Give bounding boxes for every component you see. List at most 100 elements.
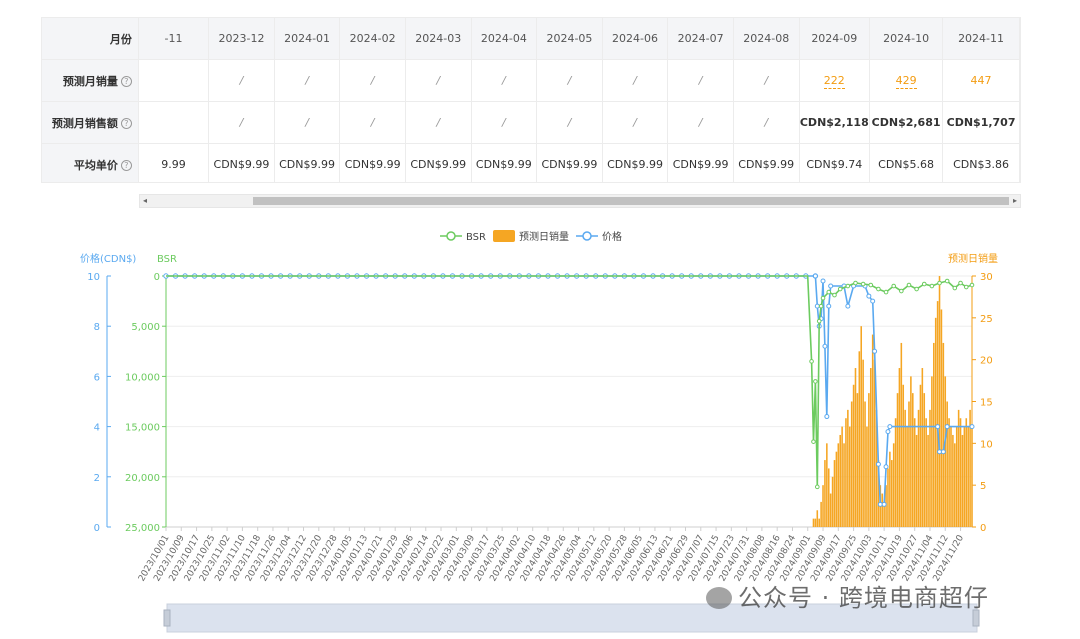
price-point <box>944 424 950 430</box>
price-point <box>887 424 893 430</box>
sales-bar <box>837 443 840 527</box>
price-tick-label: 8 <box>94 322 100 333</box>
sales-bar <box>824 460 826 527</box>
sales-bar <box>940 309 943 527</box>
sales-bar <box>967 426 969 527</box>
sales-bar <box>938 276 941 527</box>
sales-bar <box>818 518 820 527</box>
sales-bar <box>814 518 817 527</box>
sales-bar <box>957 409 960 527</box>
legend-sales-swatch <box>493 230 515 242</box>
price-point <box>875 461 881 467</box>
bsr-point <box>914 286 919 292</box>
sales-bar <box>847 409 849 527</box>
sales-bsr-price-chart: 0 2 4 6 8 10 价格(CDN$) 0 5,000 10,000 15,000 20,000 2… <box>80 230 998 633</box>
price-tick-label: 0 <box>94 523 100 534</box>
sales-bar <box>950 426 952 527</box>
wechat-icon <box>706 587 732 609</box>
sales-bar <box>965 418 968 527</box>
bsr-point <box>860 281 866 287</box>
zoom-left-handle[interactable] <box>163 609 171 627</box>
legend-price-marker <box>582 231 592 241</box>
bsr-point <box>811 439 816 444</box>
sales-bar <box>845 418 847 527</box>
price-point <box>812 273 818 279</box>
bsr-point <box>944 278 950 284</box>
price-tick-label: 10 <box>87 272 100 283</box>
bsr-point <box>883 289 889 295</box>
price-point <box>872 348 878 354</box>
price-tick-label: 4 <box>94 423 100 434</box>
sales-bar <box>848 426 851 527</box>
sales-bar <box>896 393 899 527</box>
sales-bar <box>931 376 933 527</box>
sales-bar <box>862 359 864 527</box>
price-point <box>826 303 832 309</box>
price-point <box>969 424 975 430</box>
sales-bar <box>959 418 962 527</box>
sales-bar <box>946 401 948 527</box>
sales-tick-label: 30 <box>980 272 993 283</box>
sales-bar <box>843 443 845 527</box>
sales-bar <box>936 301 939 527</box>
bsr-point <box>876 286 881 292</box>
price-tick-label: 6 <box>94 372 100 383</box>
price-point <box>883 464 889 470</box>
bsr-point <box>906 282 912 288</box>
bsr-point <box>826 289 832 295</box>
sales-bar <box>850 401 853 527</box>
bsr-tick-label: 0 <box>154 272 160 283</box>
sales-bar <box>921 368 924 527</box>
sales-bar <box>866 426 868 527</box>
sales-bar <box>929 409 931 527</box>
legend-bsr-marker <box>446 231 456 241</box>
sales-bar <box>942 342 945 527</box>
sales-bar <box>864 401 866 527</box>
bsr-point <box>809 359 814 364</box>
bsr-point <box>813 379 818 384</box>
sales-bar <box>833 460 836 527</box>
sales-tick-label: 20 <box>980 356 993 367</box>
bsr-tick-label: 25,000 <box>125 523 160 534</box>
bsr-point <box>958 280 963 286</box>
price-point <box>820 278 826 284</box>
sales-bar <box>841 426 843 527</box>
sales-bar <box>961 434 964 527</box>
legend-sales-label: 预测日销量 <box>519 230 569 243</box>
sales-bar <box>910 376 912 527</box>
sales-bar <box>925 418 927 527</box>
sales-bar <box>908 401 910 527</box>
sales-bar <box>889 451 891 527</box>
sales-bar <box>869 368 872 527</box>
price-point <box>881 501 887 507</box>
bsr-tick-label: 15,000 <box>125 423 160 434</box>
bsr-point <box>937 280 942 286</box>
sales-bar <box>904 409 906 527</box>
sales-bar <box>913 418 916 527</box>
sales-bar <box>934 317 937 527</box>
sales-bar <box>906 426 908 527</box>
sales-bar <box>820 501 822 527</box>
sales-bar <box>971 426 973 527</box>
price-point <box>870 298 876 304</box>
sales-axis-title: 预测日销量 <box>948 252 998 265</box>
sales-bar <box>858 351 861 527</box>
sales-bar <box>827 468 830 527</box>
watermark-text: 公众号 · 跨境电商超仔 <box>738 584 989 612</box>
bsr-point <box>816 318 822 324</box>
bsr-point <box>921 281 927 287</box>
sales-bar <box>831 476 834 527</box>
bsr-point <box>952 285 958 291</box>
sales-bar <box>871 334 874 527</box>
price-tick-label: 2 <box>94 473 100 484</box>
sales-bar <box>915 434 918 527</box>
sales-bar <box>923 393 926 527</box>
bsr-axis-title: BSR <box>157 254 177 265</box>
sales-bar <box>835 451 838 527</box>
bsr-point <box>818 303 824 309</box>
sales-bar <box>890 460 893 527</box>
sales-bar <box>912 393 914 527</box>
bsr-point <box>899 288 904 294</box>
sales-bar <box>900 342 903 527</box>
sales-bar <box>868 393 870 527</box>
